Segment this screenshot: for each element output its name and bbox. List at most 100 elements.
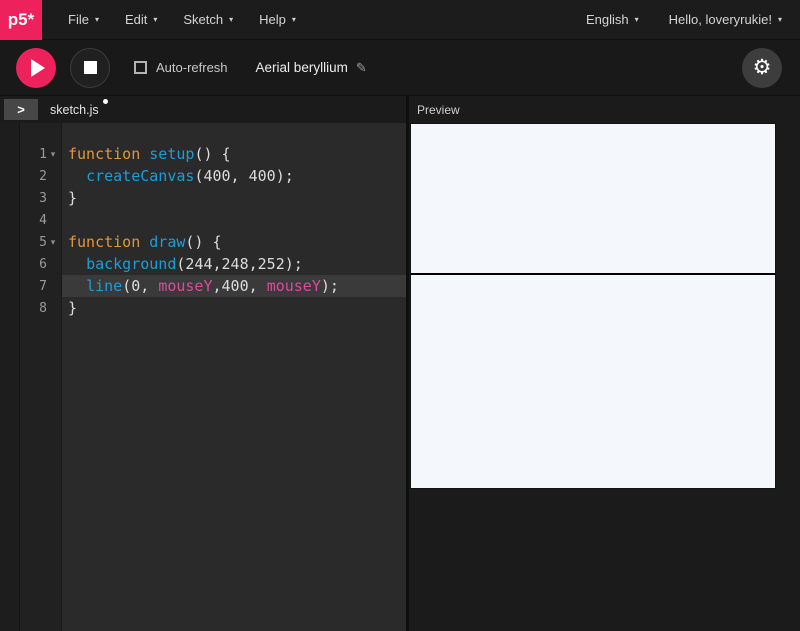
menu-help[interactable]: Help ▾ — [259, 12, 296, 27]
code-token: ); — [320, 277, 339, 295]
code-token: } — [68, 189, 78, 207]
chevron-right-icon: > — [17, 102, 25, 117]
p5-logo[interactable]: p5* — [0, 0, 42, 40]
preview-header: Preview — [409, 96, 800, 123]
settings-button[interactable]: ⚙ — [742, 47, 782, 88]
chevron-down-icon: ▾ — [229, 14, 234, 24]
code-token: (244,248,252); — [176, 255, 303, 273]
code-editor: 1 ▾ 2 3 4 5 ▾ 6 7 8 function setup() { createCanv… — [0, 123, 406, 631]
stop-button[interactable] — [70, 47, 110, 88]
sketch-name-text: Aerial beryllium — [255, 60, 348, 75]
code-token: (0, — [122, 277, 159, 295]
fold-arrow-icon[interactable]: ▾ — [47, 149, 59, 160]
code-token: } — [68, 299, 78, 317]
code-token: (400, 400); — [194, 167, 294, 185]
code-token: mouseY — [266, 277, 321, 295]
code-token: mouseY — [158, 277, 213, 295]
account-label: Hello, loveryrukie! — [668, 12, 772, 27]
code-token: ,400, — [212, 277, 267, 295]
file-tab-bar: > sketch.js — [0, 96, 406, 123]
preview-label: Preview — [417, 102, 460, 117]
code-line[interactable]: background(244,248,252); — [62, 253, 406, 275]
code-line[interactable]: function setup() { — [62, 143, 406, 165]
line-number: 2 — [39, 168, 47, 184]
code-token: () { — [185, 233, 222, 251]
code-line[interactable] — [62, 209, 406, 231]
auto-refresh-toggle: Auto-refresh — [134, 60, 228, 75]
unsaved-dot — [102, 98, 108, 104]
line-number: 6 — [39, 256, 47, 272]
code-token: function — [68, 233, 141, 251]
code-line[interactable]: } — [62, 187, 406, 209]
code-token: background — [86, 255, 177, 273]
gutter-line: 1 ▾ — [20, 143, 61, 165]
menu-edit-label: Edit — [124, 12, 148, 27]
line-number: 1 — [39, 146, 47, 162]
code-token: createCanvas — [86, 167, 195, 185]
code-token: line — [86, 277, 123, 295]
gutter-line: 5 ▾ — [20, 231, 61, 253]
edit-pencil-icon[interactable]: ✎ — [356, 60, 367, 76]
nav-right: English ▾ Hello, loveryrukie! ▾ — [586, 12, 782, 27]
code-line[interactable]: line(0, mouseY,400, mouseY); — [62, 275, 406, 297]
chevron-down-icon: ▾ — [291, 14, 296, 24]
code-token: draw — [149, 233, 186, 251]
line-number: 4 — [39, 212, 47, 228]
code-token: setup — [149, 145, 195, 163]
sketch-canvas[interactable] — [410, 123, 776, 489]
stop-icon — [83, 61, 97, 74]
menu-bar: File ▾ Edit ▾ Sketch ▾ Help ▾ — [42, 12, 296, 27]
gutter-line: 8 — [20, 297, 61, 319]
line-number: 7 — [39, 278, 47, 294]
chevron-down-icon: ▾ — [634, 14, 639, 24]
gutter-line: 4 — [20, 209, 61, 231]
code-line[interactable]: function draw() { — [62, 231, 406, 253]
tab-sketch-js[interactable]: sketch.js — [50, 98, 108, 119]
code-lines[interactable]: function setup() { createCanvas(400, 400… — [62, 123, 406, 631]
editor-gutter: 1 ▾ 2 3 4 5 ▾ 6 7 8 — [20, 123, 62, 631]
gutter-line: 7 — [20, 275, 61, 297]
menu-sketch[interactable]: Sketch ▾ — [183, 12, 233, 27]
code-token: () { — [194, 145, 231, 163]
top-nav: p5* File ▾ Edit ▾ Sketch ▾ Help ▾ Englis… — [0, 0, 800, 40]
code-line[interactable]: } — [62, 297, 406, 319]
gutter-line: 2 — [20, 165, 61, 187]
line-number: 8 — [39, 300, 47, 316]
code-line[interactable]: createCanvas(400, 400); — [62, 165, 406, 187]
collapsed-sidebar-strip — [0, 123, 20, 631]
gear-icon: ⚙ — [752, 56, 772, 79]
sketch-name[interactable]: Aerial beryllium ✎ — [256, 60, 367, 76]
language-label: English — [586, 12, 629, 27]
p5-web-editor: p5* File ▾ Edit ▾ Sketch ▾ Help ▾ Englis… — [0, 0, 800, 631]
account-dropdown[interactable]: Hello, loveryrukie! ▾ — [669, 12, 782, 27]
editor-pane: > sketch.js 1 ▾ 2 3 4 5 ▾ 6 7 8 function setup() … — [0, 96, 406, 631]
chevron-down-icon: ▾ — [94, 14, 99, 24]
menu-file[interactable]: File ▾ — [68, 12, 99, 27]
menu-help-label: Help — [259, 12, 286, 27]
tab-label: sketch.js — [50, 102, 99, 117]
play-icon — [31, 58, 45, 77]
language-dropdown[interactable]: English ▾ — [586, 12, 639, 27]
gutter-line: 3 — [20, 187, 61, 209]
line-number: 5 — [39, 234, 47, 250]
main-area: > sketch.js 1 ▾ 2 3 4 5 ▾ 6 7 8 function setup() … — [0, 96, 800, 631]
line-number: 3 — [39, 190, 47, 206]
preview-pane: Preview — [409, 96, 800, 631]
chevron-down-icon: ▾ — [153, 14, 158, 24]
canvas-mouse-line — [411, 273, 775, 276]
sidebar-expand-button[interactable]: > — [4, 99, 38, 120]
sketch-toolbar: Auto-refresh Aerial beryllium ✎ ⚙ — [0, 40, 800, 96]
gutter-line: 6 — [20, 253, 61, 275]
chevron-down-icon: ▾ — [777, 14, 782, 24]
auto-refresh-checkbox[interactable] — [134, 61, 147, 74]
play-button[interactable] — [16, 47, 56, 88]
menu-sketch-label: Sketch — [183, 12, 224, 27]
fold-arrow-icon[interactable]: ▾ — [47, 237, 59, 248]
menu-file-label: File — [68, 12, 89, 27]
menu-edit[interactable]: Edit ▾ — [125, 12, 157, 27]
